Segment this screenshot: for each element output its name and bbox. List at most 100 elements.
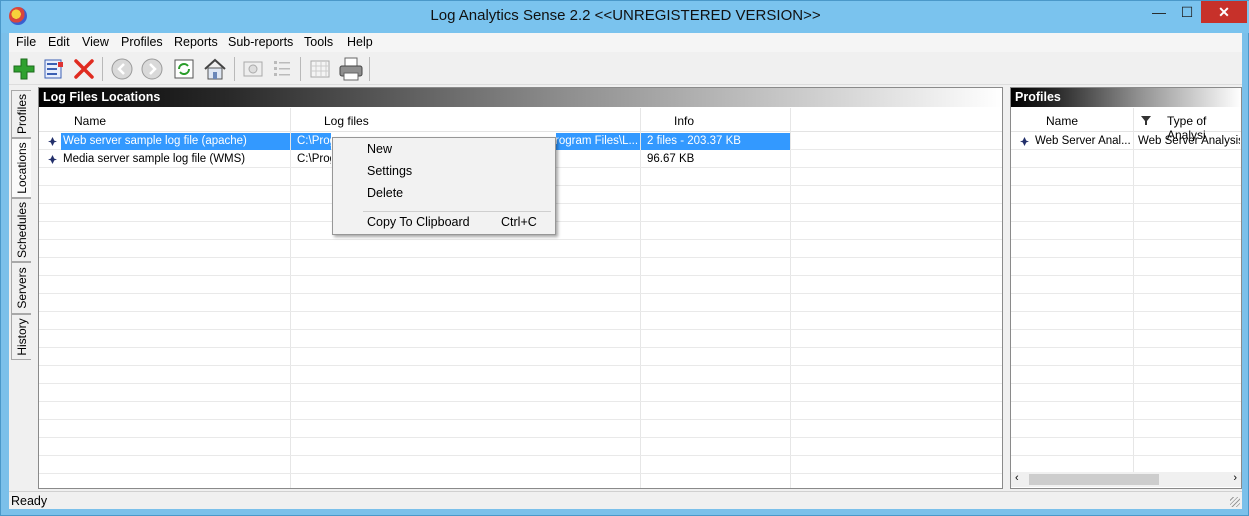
- tab-servers[interactable]: Servers: [11, 262, 31, 314]
- empty-row: [39, 367, 1002, 384]
- profiles-pane: Profiles Name Type of Analysi Web Server…: [1010, 87, 1242, 489]
- status-text: Ready: [11, 494, 48, 508]
- empty-row: [39, 457, 1002, 474]
- title-bar[interactable]: Log Analytics Sense 2.2 <<UNREGISTERED V…: [1, 1, 1249, 33]
- print-icon[interactable]: [338, 56, 364, 82]
- delete-icon[interactable]: [71, 56, 97, 82]
- menu-view[interactable]: View: [82, 35, 109, 49]
- empty-row: [39, 241, 1002, 258]
- context-menu-delete[interactable]: Delete: [367, 186, 403, 200]
- empty-row: [1011, 277, 1241, 294]
- tab-profiles-label: Profiles: [14, 93, 29, 135]
- empty-row: [1011, 259, 1241, 276]
- empty-row: [39, 331, 1002, 348]
- row-log-files: C:\Prog: [297, 153, 331, 165]
- location-icon: [48, 137, 57, 146]
- empty-row: [1011, 169, 1241, 186]
- column-log-files[interactable]: Log files: [324, 114, 369, 128]
- profile-icon: [1020, 137, 1029, 146]
- empty-row: [1011, 205, 1241, 222]
- tab-servers-label: Servers: [14, 267, 29, 309]
- app-window: Log Analytics Sense 2.2 <<UNREGISTERED V…: [0, 0, 1249, 516]
- column-info[interactable]: Info: [674, 114, 694, 128]
- screenshot-icon[interactable]: [240, 56, 266, 82]
- context-menu-new[interactable]: New: [367, 142, 392, 156]
- close-button[interactable]: ✕: [1201, 1, 1247, 23]
- home-icon[interactable]: [202, 56, 228, 82]
- tab-locations[interactable]: Locations: [11, 138, 31, 198]
- profiles-pane-title: Profiles: [1011, 88, 1241, 107]
- empty-row: [1011, 421, 1241, 438]
- empty-row: [1011, 403, 1241, 420]
- resize-grip-icon[interactable]: [1230, 497, 1240, 507]
- menu-reports[interactable]: Reports: [174, 35, 218, 49]
- row-name: Web server sample log file (apache): [63, 135, 247, 147]
- window-title: Log Analytics Sense 2.2 <<UNREGISTERED V…: [430, 7, 821, 24]
- back-icon[interactable]: [109, 56, 135, 82]
- context-menu-copy-shortcut: Ctrl+C: [501, 215, 537, 229]
- menu-profiles[interactable]: Profiles: [121, 35, 163, 49]
- tab-schedules[interactable]: Schedules: [11, 198, 31, 262]
- filter-icon[interactable]: [1141, 116, 1151, 125]
- empty-row: [39, 349, 1002, 366]
- profile-type: Web Server Analysis: [1138, 135, 1240, 147]
- empty-row: [1011, 439, 1241, 456]
- scrollbar-thumb[interactable]: [1029, 474, 1159, 485]
- locations-pane-title: Log Files Locations: [39, 88, 1002, 107]
- empty-row: [39, 403, 1002, 420]
- empty-row: [39, 421, 1002, 438]
- table-row[interactable]: Web Server Anal... Web Server Analysis: [1011, 133, 1241, 150]
- locations-column-header: Name Log files Info: [39, 108, 1002, 132]
- calendar-icon[interactable]: [307, 56, 333, 82]
- status-bar: Ready: [9, 491, 1242, 509]
- tab-history[interactable]: History: [11, 314, 31, 360]
- bullet-list-icon[interactable]: [269, 56, 295, 82]
- empty-row: [1011, 241, 1241, 258]
- context-menu: New Settings Delete Copy To Clipboard Ct…: [332, 137, 556, 235]
- profile-name: Web Server Anal...: [1035, 135, 1131, 147]
- scroll-left-icon[interactable]: ‹: [1015, 472, 1019, 484]
- empty-row: [1011, 295, 1241, 312]
- empty-row: [1011, 187, 1241, 204]
- add-icon[interactable]: [11, 56, 37, 82]
- empty-row: [1011, 331, 1241, 348]
- scroll-right-icon[interactable]: ›: [1233, 472, 1237, 484]
- column-profile-name[interactable]: Name: [1046, 114, 1078, 128]
- tab-schedules-label: Schedules: [14, 201, 29, 259]
- toolbar: [9, 53, 1242, 85]
- row-info: 96.67 KB: [647, 153, 695, 165]
- client-area: File Edit View Profiles Reports Sub-repo…: [9, 33, 1242, 509]
- menu-sub-reports[interactable]: Sub-reports: [228, 35, 293, 49]
- list-properties-icon[interactable]: [41, 56, 67, 82]
- row-log-files-tail: rogram Files\L...: [555, 135, 639, 147]
- context-menu-copy[interactable]: Copy To Clipboard: [367, 215, 470, 229]
- menu-bar: File Edit View Profiles Reports Sub-repo…: [9, 33, 1242, 52]
- empty-row: [1011, 223, 1241, 240]
- profiles-column-header: Name Type of Analysi: [1011, 108, 1241, 142]
- maximize-button[interactable]: ☐: [1173, 1, 1201, 23]
- empty-row: [39, 277, 1002, 294]
- empty-row: [39, 295, 1002, 312]
- toolbar-separator: [369, 57, 370, 81]
- empty-row: [39, 439, 1002, 456]
- horizontal-scrollbar[interactable]: ‹ ›: [1011, 472, 1241, 487]
- toolbar-separator: [102, 57, 103, 81]
- minimize-button[interactable]: —: [1145, 1, 1173, 23]
- tab-profiles[interactable]: Profiles: [11, 90, 31, 138]
- menu-file[interactable]: File: [16, 35, 36, 49]
- context-menu-settings[interactable]: Settings: [367, 164, 412, 178]
- forward-icon[interactable]: [139, 56, 165, 82]
- menu-tools[interactable]: Tools: [304, 35, 333, 49]
- empty-row: [1011, 367, 1241, 384]
- refresh-icon[interactable]: [171, 56, 197, 82]
- location-icon: [48, 155, 57, 164]
- column-name[interactable]: Name: [74, 114, 106, 128]
- empty-row: [1011, 313, 1241, 330]
- row-info: 2 files - 203.37 KB: [647, 135, 741, 147]
- side-tab-strip: Profiles Locations Schedules Servers His…: [9, 90, 31, 360]
- tab-history-label: History: [14, 318, 29, 356]
- empty-row: [1011, 349, 1241, 366]
- empty-row: [1011, 151, 1241, 168]
- menu-help[interactable]: Help: [347, 35, 373, 49]
- menu-edit[interactable]: Edit: [48, 35, 70, 49]
